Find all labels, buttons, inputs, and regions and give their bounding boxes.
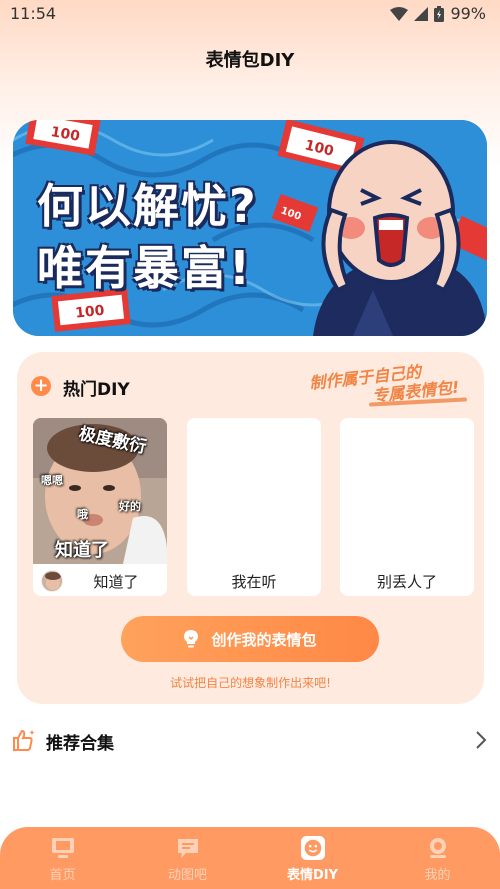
plus-icon: + (31, 376, 51, 396)
banner[interactable]: 100 100 100 100 何以解忧? 唯有暴富! (13, 120, 487, 336)
tab-label: 动图吧 (167, 868, 207, 883)
recommend-collection-row[interactable]: 推荐合集 (12, 726, 488, 756)
hot-diy-title: 热门DIY (63, 380, 130, 400)
meme-photo: 极度敷衍 嗯嗯 哦 好的 知道了 (33, 418, 167, 564)
create-meme-button[interactable]: 创作我的表情包 (121, 616, 379, 662)
thumbs-up-icon (13, 729, 35, 751)
recommend-title: 推荐合集 (46, 734, 114, 754)
meme-caption: 知道了 (93, 573, 139, 591)
signal-icon (414, 6, 429, 21)
svg-text:100: 100 (74, 303, 105, 322)
status-icons: 99% (390, 4, 486, 23)
tab-label: 我的 (424, 868, 451, 883)
tv-icon (51, 836, 75, 860)
page-title: 表情包DIY (205, 50, 295, 71)
tab-label: 表情DIY (286, 868, 339, 883)
meme-caption: 我在听 (231, 573, 277, 591)
tab-home[interactable]: 首页 (0, 827, 125, 889)
status-time: 11:54 (10, 4, 57, 23)
tab-label: 首页 (49, 868, 76, 883)
wifi-icon (390, 6, 409, 21)
tab-meme-diy[interactable]: 表情DIY (250, 827, 375, 889)
meme-text: 哦 (77, 508, 88, 521)
status-bar: 11:54 99% (0, 0, 500, 28)
create-hint: 试试把自己的想象制作出来吧! (170, 676, 331, 690)
tab-mine[interactable]: 我的 (375, 827, 500, 889)
meme-card-wozaiting[interactable]: 我在听 (187, 418, 321, 596)
chevron-right-icon (476, 731, 487, 749)
meme-caption: 别丢人了 (376, 573, 437, 591)
meme-text: 嗯嗯 (41, 474, 63, 487)
banner-headline-line2: 唯有暴富! (37, 241, 252, 295)
profile-icon (426, 836, 450, 860)
create-meme-label: 创作我的表情包 (211, 631, 317, 649)
battery-icon (434, 5, 445, 22)
meme-text: 知道了 (55, 540, 109, 561)
hot-diy-card: + 热门DIY 制作属于自己的 专属表情包! 极度敷衍 嗯嗯 哦 好的 知道了 (17, 352, 484, 704)
lightbulb-icon (184, 630, 199, 648)
chat-image-icon (176, 836, 200, 860)
meme-card-biediurenle[interactable]: 别丢人了 (340, 418, 474, 596)
smiley-icon (300, 836, 325, 860)
meme-text: 好的 (119, 500, 141, 513)
battery-percent: 99% (450, 4, 486, 23)
tab-gif[interactable]: 动图吧 (125, 827, 250, 889)
banner-headline-line1: 何以解忧? (37, 179, 258, 233)
bottom-tab-bar: 首页 动图吧 表情DIY 我的 (0, 827, 500, 889)
meme-card-zhidaole[interactable]: 极度敷衍 嗯嗯 哦 好的 知道了 知道了 (33, 418, 167, 596)
